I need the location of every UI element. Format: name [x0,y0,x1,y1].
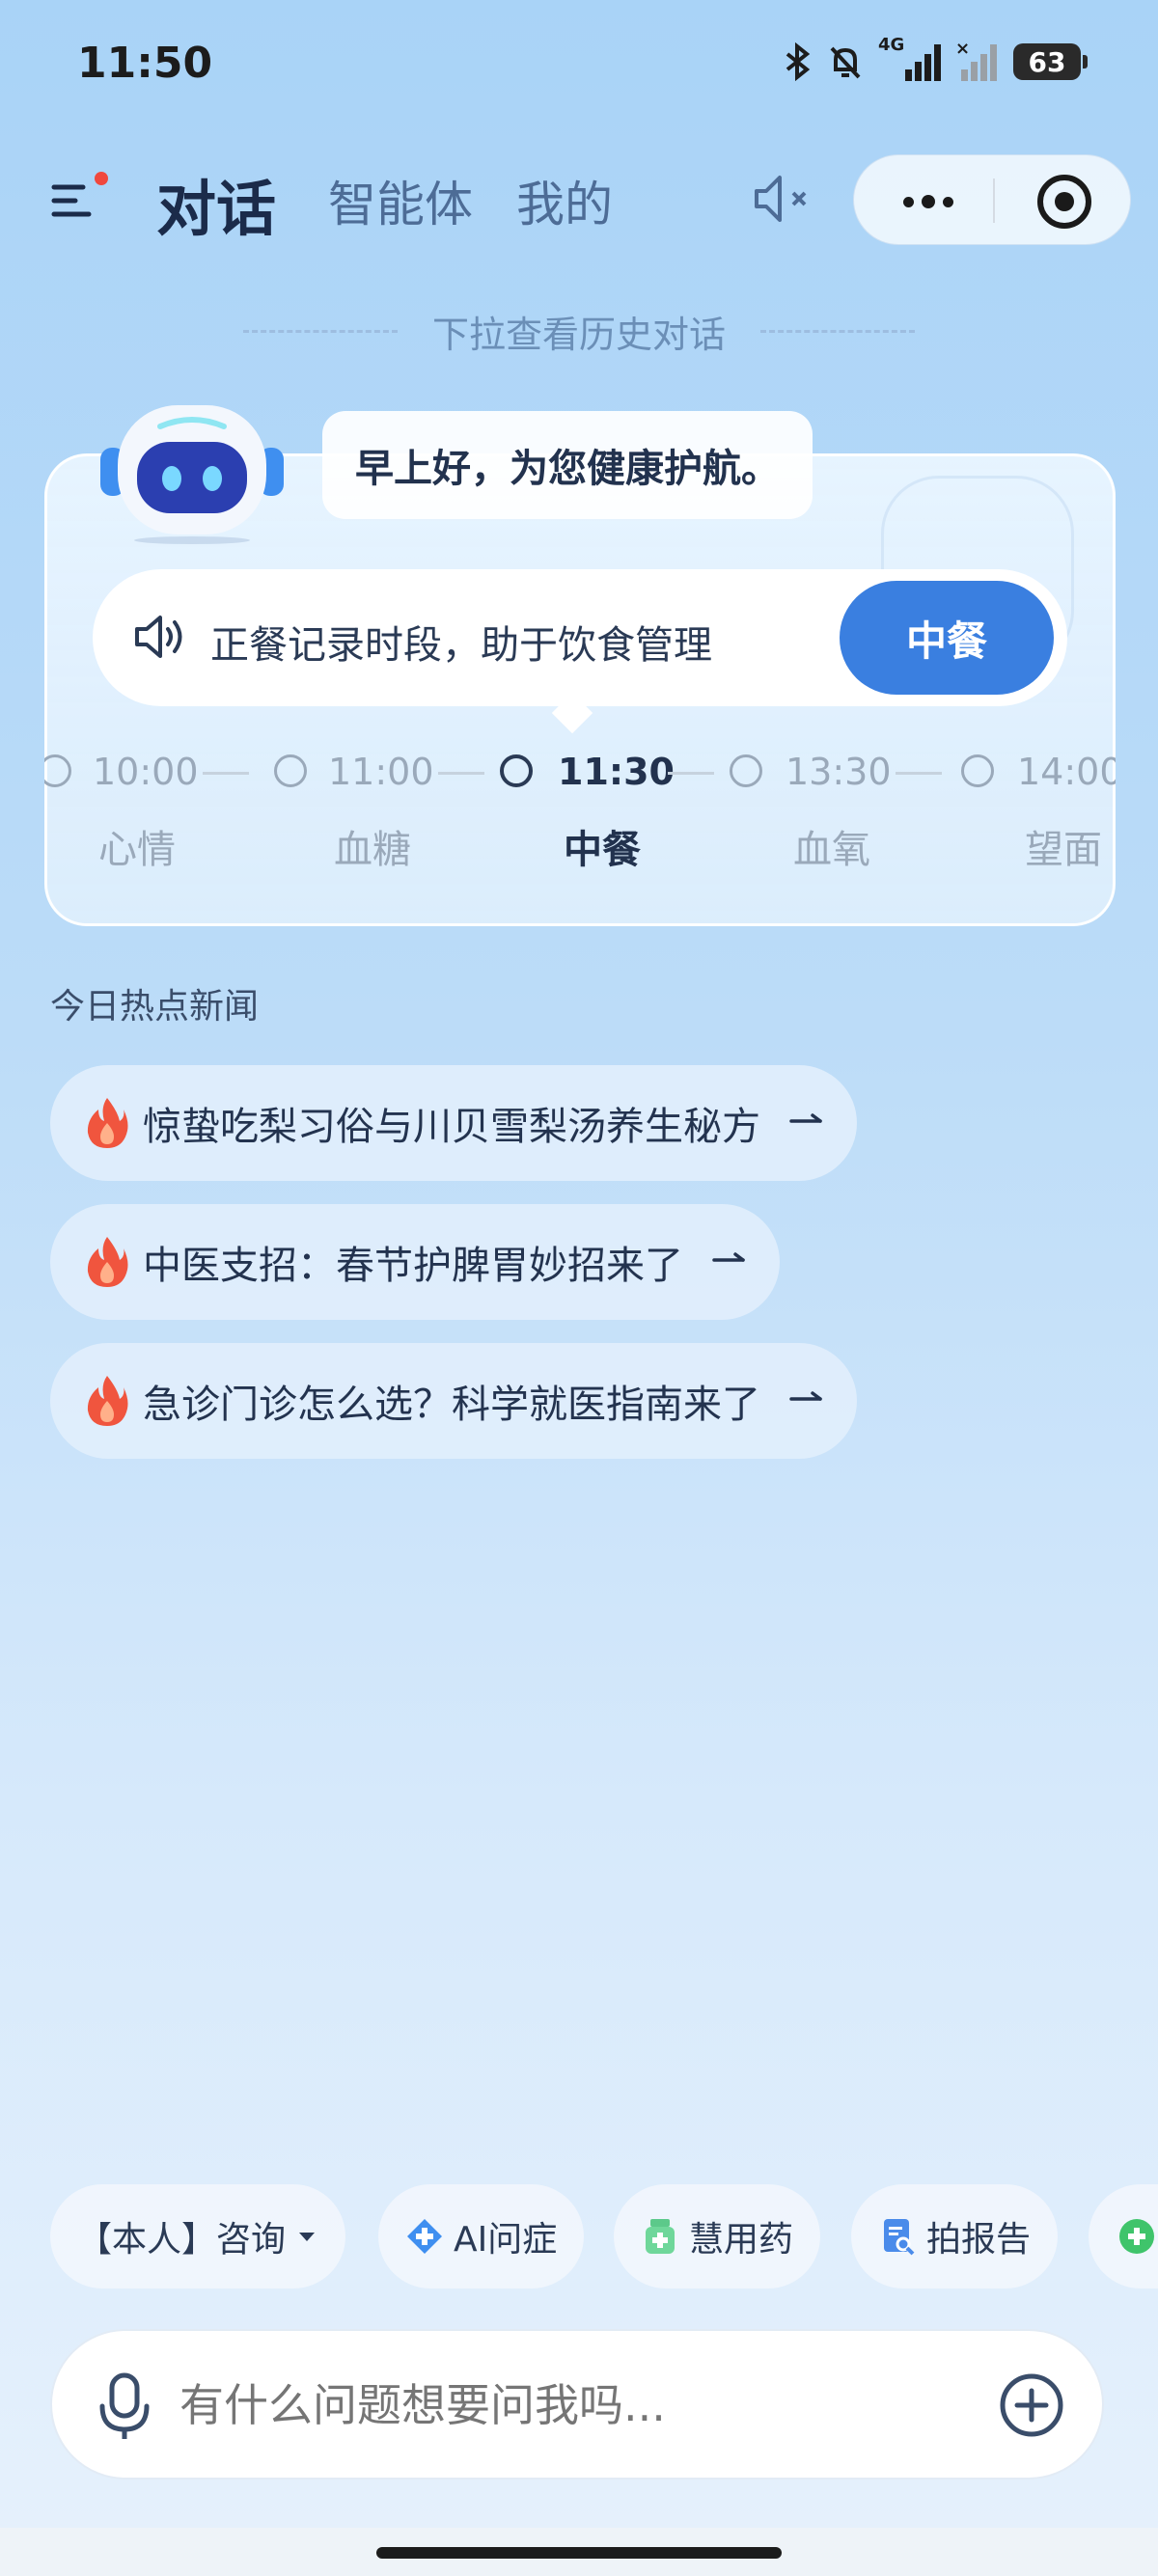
capsule-divider [993,178,995,223]
svg-text:×: × [955,41,970,59]
timeline-label: 中餐 [564,828,641,872]
consult-self-chip[interactable]: 【本人】咨询 [50,2184,346,2288]
timeline-time: 13:30 [786,751,892,793]
more-shortcut-chip[interactable] [1089,2184,1158,2288]
sound-off-icon[interactable] [751,170,818,228]
chip-label: 慧用药 [689,2220,794,2260]
chip-label: 【本人】咨询 [77,2220,287,2260]
timeline-time: 14:00 [1017,751,1116,793]
notice-text: 正餐记录时段，助于饮食管理 [210,623,712,668]
timeline-label: 心情 [98,828,176,872]
tab-agents[interactable]: 智能体 [328,166,473,235]
timeline-dot [961,754,994,787]
news-item[interactable]: 惊蛰吃梨习俗与川贝雪梨汤养生秘方 [50,1065,857,1181]
tab-chat[interactable]: 对话 [156,160,276,247]
photo-report-chip[interactable]: 拍报告 [851,2184,1059,2288]
timeline-label: 望面 [1025,828,1102,872]
news-headline: 急诊门诊怎么选？科学就医指南来了 [143,1383,760,1427]
timeline-label: 血氧 [793,828,870,872]
schedule-timeline: 10:00 心情 11:00 血糖 11:30 中餐 13:30 血氧 14:0… [44,751,1116,876]
add-plus-icon[interactable] [998,2371,1065,2439]
chat-plus-icon [1119,2219,1154,2254]
status-time: 11:50 [77,39,213,88]
home-indicator[interactable] [376,2547,782,2559]
news-item[interactable]: 中医支招：春节护脾胃妙招来了 [50,1204,780,1320]
news-item[interactable]: 急诊门诊怎么选？科学就医指南来了 [50,1343,857,1459]
fire-icon [87,1098,128,1148]
smart-medicine-chip[interactable]: 慧用药 [614,2184,821,2288]
pull-history-hint: 下拉查看历史对话 [0,305,1158,358]
medicine-bottle-icon [646,2219,675,2254]
more-options-icon[interactable] [895,182,962,221]
close-target-icon[interactable] [1037,175,1091,229]
timeline-connector [668,772,714,775]
cellular-signal-2-icon: × [955,41,997,81]
timeline-dot [500,754,533,787]
mini-program-capsule [853,154,1131,245]
arrow-right-icon [712,1252,745,1262]
notice-bar: 正餐记录时段，助于饮食管理 中餐 [93,569,1067,706]
timeline-time: 11:30 [558,751,675,793]
battery-icon: 63 [1013,43,1088,80]
arrow-right-icon [789,1391,822,1401]
medical-cross-icon [407,2219,442,2254]
ai-symptom-chip[interactable]: AI问症 [378,2184,585,2288]
fire-icon [87,1237,128,1287]
lunch-record-button[interactable]: 中餐 [840,581,1054,695]
fire-icon [87,1376,128,1426]
news-section-title: 今日热点新闻 [50,987,260,1027]
timeline-dot [274,754,307,787]
bluetooth-icon [786,42,811,81]
chip-label: 拍报告 [926,2220,1032,2260]
report-scan-icon [884,2219,915,2256]
notification-dot [95,172,108,185]
greeting-bubble: 早上好，为您健康护航。 [322,411,813,519]
mute-bell-icon [830,46,861,79]
tab-mine[interactable]: 我的 [516,166,613,235]
timeline-connector [203,772,249,775]
chat-input[interactable] [179,2379,951,2431]
chevron-down-icon [299,2233,316,2241]
status-icons: 4G × 63 [784,35,1088,83]
news-headline: 中医支招：春节护脾胃妙招来了 [143,1244,683,1288]
pull-hint-text: 下拉查看历史对话 [431,314,726,356]
hint-divider-right [760,330,915,333]
timeline-dot [730,754,762,787]
timeline-connector [896,772,942,775]
menu-button[interactable] [50,172,108,230]
robot-avatar-icon [100,405,284,544]
timeline-label: 血糖 [334,828,411,872]
chat-input-bar [50,2329,1104,2480]
timeline-time: 11:00 [328,751,434,793]
speaker-icon [135,616,182,658]
arrow-right-icon [789,1113,822,1123]
chip-label: AI问症 [454,2220,558,2260]
hint-divider-left [242,330,398,333]
microphone-icon[interactable] [91,2371,158,2441]
cellular-signal-icon: 4G [878,35,942,83]
timeline-time: 10:00 [93,751,199,793]
timeline-connector [438,772,484,775]
news-headline: 惊蛰吃梨习俗与川贝雪梨汤养生秘方 [143,1105,760,1149]
timeline-dot [44,754,71,787]
